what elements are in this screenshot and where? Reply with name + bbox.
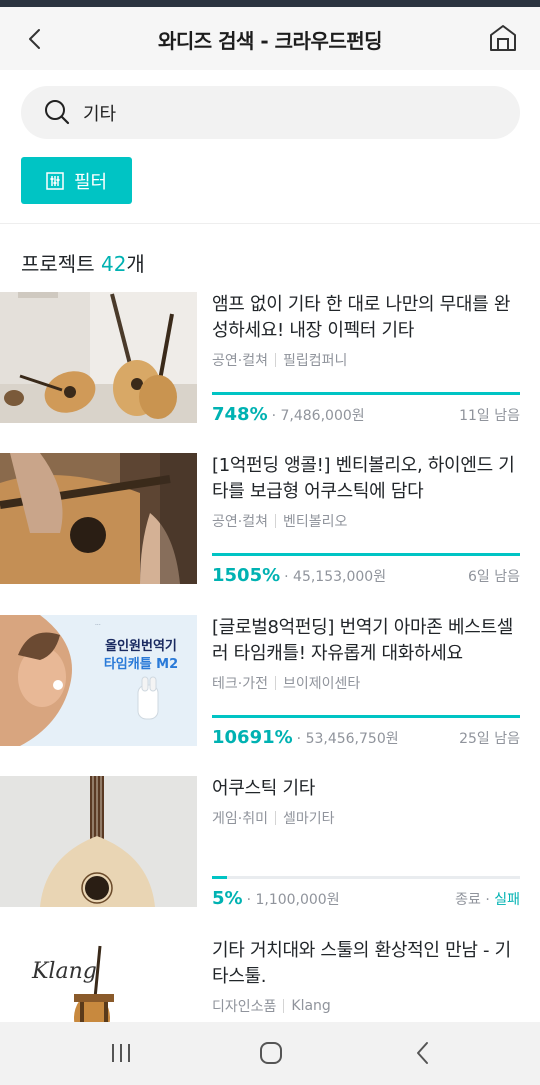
time-remaining: 11일 남음	[459, 408, 520, 424]
project-info: 어쿠스틱 기타 게임·취미 셀마기타 5% · 1,100,000원 종료 · …	[212, 776, 520, 936]
ended-label: 종료 ·	[455, 892, 495, 908]
project-info: 앰프 없이 기타 한 대로 나만의 무대를 완성하세요! 내장 이펙터 기타 공…	[212, 292, 520, 452]
meta-divider	[274, 514, 276, 528]
project-thumbnail[interactable]: Klang	[0, 938, 197, 1022]
app-header: 와디즈 검색 - 크라우드펀딩	[0, 7, 540, 70]
project-card[interactable]: ··· 올인원번역기 타임캐틀 M2 [글로벌8억펀딩] 번역기 아마존 베스트…	[0, 615, 540, 777]
project-meta: 테크·가전 브이제이센타	[212, 673, 520, 693]
project-thumbnail[interactable]	[0, 453, 197, 584]
svg-text:···: ···	[95, 622, 101, 629]
project-title[interactable]: 앰프 없이 기타 한 대로 나만의 무대를 완성하세요! 내장 이펙터 기타	[212, 292, 520, 344]
meta-divider	[274, 353, 276, 367]
project-stats: 5% · 1,100,000원 종료 · 실패	[212, 888, 520, 914]
project-meta: 공연·컬쳐 필립컴퍼니	[212, 350, 520, 370]
progress-fill	[212, 553, 520, 556]
progress-bar	[212, 876, 520, 879]
filter-icon	[46, 171, 64, 190]
funding-percent: 5%	[212, 888, 243, 909]
project-thumbnail[interactable]: ··· 올인원번역기 타임캐틀 M2	[0, 615, 197, 746]
project-stats: 1505% · 45,153,000원 6일 남음	[212, 565, 520, 591]
recent-apps-icon[interactable]	[106, 1038, 136, 1068]
meta-divider	[283, 999, 285, 1013]
project-meta: 게임·취미 셀마기타	[212, 808, 520, 828]
funding-percent: 10691%	[212, 727, 293, 748]
funding-percent: 1505%	[212, 565, 281, 586]
project-card[interactable]: Klang 기타 거치대와 스툴의 환상적인 만남 - 기타스툴. 디자인소품 …	[0, 938, 540, 1022]
project-category: 테크·가전	[212, 676, 268, 692]
project-card[interactable]: [1억펀딩 앵콜!] 벤티볼리오, 하이엔드 기타를 보급형 어쿠스틱에 담다 …	[0, 453, 540, 615]
funding-amount: · 1,100,000원	[246, 892, 340, 908]
system-navigation-bar	[0, 1022, 540, 1085]
funding-amount: · 45,153,000원	[284, 569, 387, 585]
project-maker: 브이제이센타	[282, 676, 361, 692]
progress-fill	[212, 876, 228, 879]
project-category: 게임·취미	[212, 811, 268, 827]
page-title: 와디즈 검색 - 크라우드펀딩	[157, 29, 383, 53]
meta-divider	[274, 811, 276, 825]
funding-percent: 748%	[212, 404, 268, 425]
progress-bar	[212, 392, 520, 395]
progress-fill	[212, 392, 520, 395]
time-remaining: 25일 남음	[459, 731, 520, 747]
search-icon[interactable]	[43, 98, 71, 126]
project-category: 디자인소품	[212, 999, 277, 1015]
project-info: [글로벌8억펀딩] 번역기 아마존 베스트셀러 타임캐틀! 자유롭게 대화하세요…	[212, 615, 520, 775]
project-title[interactable]: 어쿠스틱 기타	[212, 776, 520, 802]
fail-status: 실패	[494, 892, 520, 908]
project-category: 공연·컬쳐	[212, 353, 268, 369]
home-circle-icon[interactable]	[256, 1038, 286, 1068]
meta-divider	[274, 676, 276, 690]
search-input[interactable]	[83, 94, 483, 132]
banner-line1: 올인원번역기	[105, 638, 177, 654]
klang-logo: Klang	[31, 959, 97, 984]
project-maker: 셀마기타	[282, 811, 335, 827]
search-bar[interactable]	[21, 86, 520, 139]
project-maker: 필립컴퍼니	[282, 353, 348, 369]
result-count: 프로젝트 42개	[21, 248, 145, 277]
project-maker: 벤티볼리오	[282, 514, 348, 530]
result-count-suffix: 개	[126, 252, 145, 276]
filter-button[interactable]: 필터	[21, 157, 132, 204]
result-count-number: 42	[100, 252, 127, 276]
banner-line2: 타임캐틀 M2	[104, 656, 178, 672]
project-meta: 공연·컬쳐 벤티볼리오	[212, 511, 520, 531]
back-icon[interactable]	[408, 1038, 438, 1068]
project-title[interactable]: [1억펀딩 앵콜!] 벤티볼리오, 하이엔드 기타를 보급형 어쿠스틱에 담다	[212, 453, 520, 505]
home-icon[interactable]	[488, 24, 518, 52]
funding-amount: · 7,486,000원	[271, 408, 365, 424]
project-card[interactable]: 어쿠스틱 기타 게임·취미 셀마기타 5% · 1,100,000원 종료 · …	[0, 776, 540, 938]
project-info: [1억펀딩 앵콜!] 벤티볼리오, 하이엔드 기타를 보급형 어쿠스틱에 담다 …	[212, 453, 520, 613]
project-stats: 10691% · 53,456,750원 25일 남음	[212, 727, 520, 753]
filter-label: 필터	[73, 171, 108, 193]
project-thumbnail[interactable]	[0, 292, 197, 423]
project-title[interactable]: [글로벌8억펀딩] 번역기 아마존 베스트셀러 타임캐틀! 자유롭게 대화하세요	[212, 615, 520, 667]
project-meta: 디자인소품 Klang	[212, 996, 520, 1016]
time-remaining: 종료 · 실패	[455, 889, 520, 909]
project-title[interactable]: 기타 거치대와 스툴의 환상적인 만남 - 기타스툴.	[212, 938, 520, 990]
status-bar	[0, 0, 540, 7]
project-category: 공연·컬쳐	[212, 514, 268, 530]
project-stats: 748% · 7,486,000원 11일 남음	[212, 404, 520, 430]
time-remaining: 6일 남음	[468, 569, 520, 585]
funding-amount: · 53,456,750원	[296, 731, 399, 747]
search-section: 필터	[0, 70, 540, 224]
progress-bar	[212, 553, 520, 556]
project-card[interactable]: 앰프 없이 기타 한 대로 나만의 무대를 완성하세요! 내장 이펙터 기타 공…	[0, 292, 540, 454]
project-thumbnail[interactable]	[0, 776, 197, 907]
project-info: 기타 거치대와 스툴의 환상적인 만남 - 기타스툴. 디자인소품 Klang	[212, 938, 520, 1022]
progress-fill	[212, 715, 520, 718]
result-count-prefix: 프로젝트	[21, 252, 101, 276]
project-maker: Klang	[291, 998, 331, 1014]
progress-bar	[212, 715, 520, 718]
